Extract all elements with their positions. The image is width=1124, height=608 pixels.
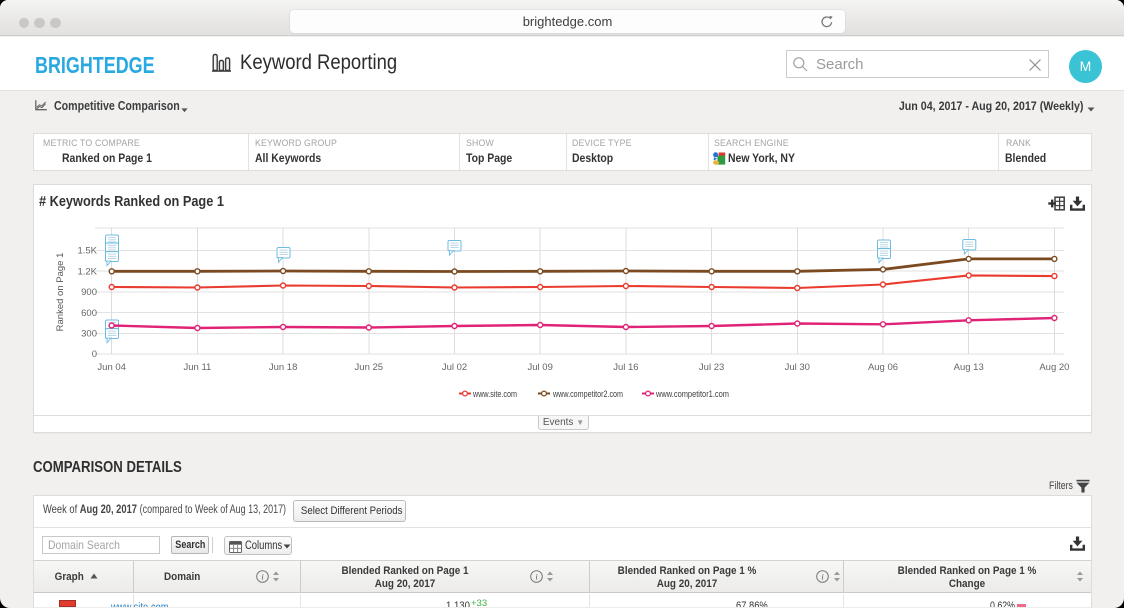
svg-text:i: i bbox=[535, 572, 538, 582]
svg-text:www.site.com: www.site.com bbox=[472, 389, 517, 400]
svg-text:i: i bbox=[261, 572, 264, 582]
svg-text:1.5K: 1.5K bbox=[77, 246, 97, 257]
svg-text:www.competitor2.com: www.competitor2.com bbox=[552, 389, 623, 400]
svg-text:600: 600 bbox=[81, 308, 97, 319]
svg-text:Aug 06: Aug 06 bbox=[868, 362, 898, 373]
svg-text:1.2K: 1.2K bbox=[77, 266, 97, 277]
svg-text:i: i bbox=[821, 572, 824, 582]
svg-text:Jun 18: Jun 18 bbox=[269, 362, 298, 373]
svg-text:Jul 30: Jul 30 bbox=[785, 362, 810, 373]
svg-text:300: 300 bbox=[81, 329, 97, 340]
svg-text:Jun 11: Jun 11 bbox=[183, 362, 211, 373]
svg-text:www.competitor1.com: www.competitor1.com bbox=[655, 389, 729, 400]
svg-text:Jul 09: Jul 09 bbox=[528, 362, 553, 373]
svg-text:0: 0 bbox=[92, 349, 97, 360]
svg-text:Jun 04: Jun 04 bbox=[97, 362, 126, 373]
svg-text:Jul 16: Jul 16 bbox=[613, 362, 638, 373]
svg-text:Ranked on Page 1: Ranked on Page 1 bbox=[55, 253, 66, 332]
svg-text:Aug 13: Aug 13 bbox=[954, 362, 984, 373]
svg-text:Jun 25: Jun 25 bbox=[355, 362, 384, 373]
svg-text:Jul 02: Jul 02 bbox=[442, 362, 467, 373]
svg-text:Aug 20: Aug 20 bbox=[1039, 362, 1069, 373]
svg-text:Jul 23: Jul 23 bbox=[699, 362, 724, 373]
svg-text:900: 900 bbox=[81, 287, 97, 298]
